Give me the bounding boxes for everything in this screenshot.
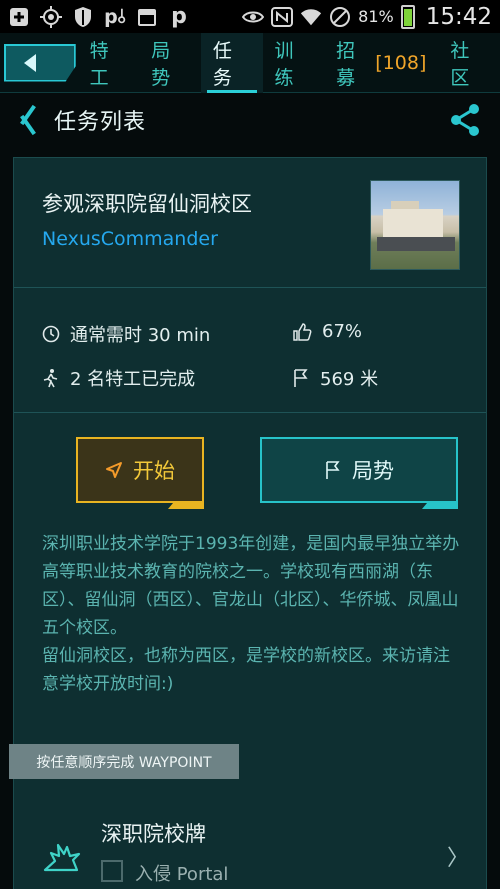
nav-tabs: 特工 局势 任务 训练 招募 [108] 社区 — [78, 32, 500, 93]
waypoint-item[interactable]: 深职院校牌 入侵 Portal 〉 — [13, 790, 487, 889]
battery-percent: 81% — [358, 7, 394, 26]
portal-icon — [43, 843, 81, 872]
tab-community[interactable]: 社区 — [438, 33, 500, 93]
rating-stat: 67% — [292, 321, 362, 342]
back-arrow-icon — [24, 53, 36, 72]
shield-icon — [72, 6, 94, 28]
completed-text: 2 名特工已完成 — [70, 369, 196, 390]
share-icon[interactable] — [448, 103, 482, 137]
pl-icon: p⫰ — [104, 5, 126, 28]
tab-label: 训练 — [274, 39, 294, 89]
tab-label: 局势 — [151, 39, 171, 89]
crosshair-icon — [40, 5, 62, 28]
tab-label: 招募 — [336, 39, 356, 89]
mission-card: 参观深职院留仙洞校区 NexusCommander 通常需时 30 min 67… — [13, 157, 487, 889]
eye-icon — [242, 6, 265, 28]
start-label: 开始 — [133, 459, 175, 483]
tab-label: 特工 — [89, 39, 109, 89]
mission-header: 参观深职院留仙洞校区 NexusCommander — [14, 158, 486, 288]
tab-label: 社区 — [450, 39, 470, 89]
waypoint-order-label: 按任意顺序完成 WAYPOINT — [9, 744, 239, 779]
no-signal-icon — [329, 6, 351, 28]
duration-text: 通常需时 30 min — [70, 325, 211, 346]
distance-stat: 569 米 — [292, 365, 378, 391]
page-title: 任务列表 — [54, 110, 147, 135]
clock: 15:42 — [425, 3, 492, 30]
rating-text: 67% — [322, 321, 363, 342]
tab-recruit[interactable]: 招募 [108] — [324, 33, 438, 93]
start-button[interactable]: 开始 — [76, 437, 204, 503]
flag-icon — [326, 461, 340, 479]
duration-stat: 通常需时 30 min — [42, 321, 210, 347]
waypoint-action: 入侵 Portal — [135, 864, 229, 885]
tab-missions[interactable]: 任务 — [200, 32, 263, 93]
mission-title: 参观深职院留仙洞校区 — [42, 192, 252, 216]
status-bar: p⫰ p 81% 15:42 — [0, 0, 500, 33]
mission-description: 深圳职业技术学院于1993年创建，是国内最早独立举办高等职业技术教育的院校之一。… — [42, 534, 460, 694]
waypoint-title: 深职院校牌 — [101, 822, 206, 846]
situation-button[interactable]: 局势 — [260, 437, 458, 503]
title-bar: 任务列表 — [0, 93, 500, 147]
completed-stat: 2 名特工已完成 — [42, 365, 195, 391]
p-icon: p — [171, 4, 187, 29]
thumbs-up-icon — [293, 322, 312, 341]
calendar-365-icon — [136, 6, 158, 28]
recruit-count-badge: [108] — [375, 51, 427, 74]
mission-thumbnail — [370, 180, 460, 270]
chevron-right-icon: 〉 — [446, 846, 469, 871]
nfc-icon — [271, 6, 294, 28]
back-chevron-icon[interactable] — [18, 103, 40, 137]
tab-training[interactable]: 训练 — [263, 33, 325, 93]
wifi-icon — [300, 6, 322, 28]
tab-situation[interactable]: 局势 — [139, 33, 201, 93]
mission-author[interactable]: NexusCommander — [42, 228, 218, 250]
battery-icon — [400, 4, 415, 29]
top-nav: 特工 局势 任务 训练 招募 [108] 社区 — [0, 32, 500, 93]
flag-icon — [294, 369, 308, 387]
mission-stats: 通常需时 30 min 67% 2 名特工已完成 569 米 — [14, 289, 486, 413]
walking-icon — [43, 369, 58, 388]
clock-icon — [42, 325, 60, 343]
situation-label: 局势 — [352, 459, 394, 483]
waypoint-checkbox[interactable] — [101, 860, 123, 882]
nav-back-button[interactable] — [4, 43, 76, 82]
navigate-arrow-icon — [106, 462, 122, 478]
tab-agent[interactable]: 特工 — [78, 33, 140, 93]
distance-text: 569 米 — [320, 369, 379, 390]
plus-box-icon — [8, 6, 30, 28]
tab-label: 任务 — [212, 39, 232, 89]
